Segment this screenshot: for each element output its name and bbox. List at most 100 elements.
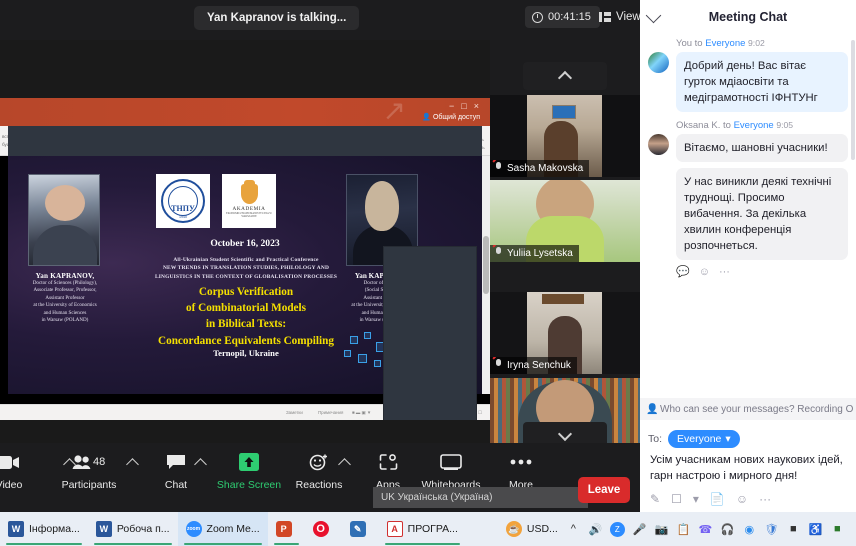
caret-icon[interactable]: ▾ xyxy=(693,492,699,506)
participants-options-caret-icon[interactable] xyxy=(126,458,139,471)
shared-screen-region[interactable]: ↗ −□× 👤 Общий доступ вставить буфер▾ xyxy=(0,98,490,420)
scrollbar-thumb[interactable] xyxy=(483,236,489,294)
view-button-label: View xyxy=(616,11,641,23)
viber-tray-icon[interactable]: ☎ xyxy=(698,522,713,537)
chat-header: Meeting Chat xyxy=(640,0,856,34)
emoji-icon[interactable]: ☺ xyxy=(699,266,710,278)
filmstrip-scroll-up-button[interactable] xyxy=(523,62,607,90)
chat-compose-actions[interactable]: ✎ ☐ ▾ 📄 ☺ ··· xyxy=(650,492,771,506)
view-grid-icon xyxy=(599,12,611,22)
taskbar-item[interactable]: A ПРОГРА... xyxy=(379,512,466,546)
toolbar-item-participants[interactable]: 48 Participants xyxy=(56,449,122,491)
more-icon[interactable]: ··· xyxy=(719,266,730,278)
chat-message-header: Oksana K. to Everyone 9:05 xyxy=(676,120,848,131)
chat-compose-input[interactable]: Усім учасникам нових наукових ідей, гарн… xyxy=(650,452,850,485)
powerpoint-ribbon[interactable]: вставить буфер▾ Ж К Ч xyxy=(0,126,490,158)
active-speaker-indicator: Yan Kapranov is talking... xyxy=(194,6,360,30)
leave-meeting-button[interactable]: Leave xyxy=(578,477,630,503)
window-controls[interactable]: −□× xyxy=(449,101,486,111)
emoji-icon[interactable]: ☺ xyxy=(736,492,748,506)
bluetooth-icon[interactable]: ♿ xyxy=(808,522,823,537)
powerpoint-icon: P xyxy=(275,521,292,537)
chat-message[interactable]: У нас виникли деякі технічні труднощі. П… xyxy=(648,168,848,278)
participant-name-badge: Yuliia Lysetska xyxy=(490,245,579,262)
show-hidden-icons[interactable]: ^ xyxy=(566,522,581,537)
tnpu-seal-icon: ТНПУ 1940 xyxy=(161,179,205,223)
chat-scrollbar[interactable] xyxy=(851,40,855,160)
chat-to-label: To: xyxy=(648,433,663,445)
chat-message[interactable]: You to Everyone 9:02 Добрий день! Вас ві… xyxy=(648,38,848,113)
participant-tile[interactable]: Yuliia Lysetska xyxy=(490,180,640,262)
file-icon[interactable]: 📄 xyxy=(710,492,725,506)
toolbar-item-apps[interactable]: Apps xyxy=(355,449,421,491)
chat-to-prefix: to xyxy=(723,120,731,132)
meeting-timer: 00:41:15 xyxy=(525,6,600,28)
taskbar-item[interactable]: ✎ xyxy=(342,512,379,546)
battery-icon[interactable]: ■ xyxy=(786,522,801,537)
headset-icon[interactable]: 🎧 xyxy=(720,522,735,537)
muted-microphone-icon xyxy=(494,162,503,174)
chat-to-prefix: to xyxy=(694,38,703,49)
fit-slide-button[interactable]: ☐ xyxy=(478,410,482,416)
notes-button[interactable]: Заметки xyxy=(286,410,303,415)
security-icon[interactable]: 🛡 xyxy=(764,522,779,537)
taskbar-item[interactable]: O xyxy=(305,512,342,546)
chat-compose-value: Усім учасникам нових наукових ідей, гарн… xyxy=(650,454,843,483)
taskbar-label: Zoom Me... xyxy=(206,523,260,535)
screenshot-tray-icon[interactable]: 📷 xyxy=(654,522,669,537)
clipboard-icon[interactable]: 📋 xyxy=(676,522,691,537)
participant-tile[interactable]: Iryna Senchuk xyxy=(490,292,640,374)
taskbar-item[interactable]: W Інформа... xyxy=(0,512,88,546)
muted-microphone-icon xyxy=(494,247,503,259)
more-dots-icon xyxy=(509,449,533,475)
language-input-indicator[interactable]: UK Українська (Україна) xyxy=(373,487,588,508)
volume-icon[interactable]: 🔊 xyxy=(588,522,603,537)
toolbar-label: Reactions xyxy=(295,479,343,491)
view-mode-buttons[interactable]: ■ ▬ ▣ ▼ xyxy=(352,410,371,416)
chat-bubble: Вітаємо, шановні учасники! xyxy=(676,134,848,163)
whiteboard-icon xyxy=(440,449,462,475)
taskbar-item[interactable]: W Робоча п... xyxy=(88,512,178,546)
chat-message[interactable]: Oksana K. to Everyone 9:05 Вітаємо, шано… xyxy=(648,120,848,163)
toolbar-item-video[interactable]: Video xyxy=(0,449,42,491)
nvidia-icon[interactable]: ■ xyxy=(830,522,845,537)
chat-recipient-dropdown[interactable]: Everyone ▾ xyxy=(668,430,740,448)
powerpoint-scrollbar[interactable] xyxy=(482,156,490,394)
taskbar-item[interactable]: ☕ USD... xyxy=(498,512,566,546)
zoom-tray-icon[interactable]: Z xyxy=(609,521,625,537)
format-icon[interactable]: ✎ xyxy=(650,492,660,506)
comments-button[interactable]: Примечания xyxy=(318,410,343,415)
microphone-icon[interactable]: 🎤 xyxy=(632,522,647,537)
video-camera-icon xyxy=(0,449,20,475)
participants-icon: 48 xyxy=(72,449,106,475)
participant-name-badge: Iryna Senchuk xyxy=(490,357,577,374)
more-icon[interactable]: ··· xyxy=(759,492,771,506)
chrome-icon[interactable]: ◉ xyxy=(742,522,757,537)
toolbar-item-share-screen[interactable]: Share Screen xyxy=(216,449,282,491)
wifi-icon[interactable]: ◕ xyxy=(852,522,856,537)
participant-tile[interactable]: Sasha Makovska xyxy=(490,95,640,177)
floating-video-panel[interactable] xyxy=(383,246,477,420)
running-underline xyxy=(384,542,460,545)
taskbar-item-zoom[interactable]: zoom Zoom Me... xyxy=(177,512,268,546)
toolbar-item-more[interactable]: More xyxy=(488,449,554,491)
reply-icon[interactable]: 💬 xyxy=(676,265,690,278)
chat-privacy-notice[interactable]: 👤 Who can see your messages? Recording O xyxy=(640,398,856,420)
chevron-down-icon[interactable] xyxy=(645,7,662,24)
taskbar-label: Робоча п... xyxy=(116,523,170,535)
screenshot-icon[interactable]: ☐ xyxy=(671,492,682,506)
powerpoint-share-label[interactable]: 👤 Общий доступ xyxy=(422,113,480,121)
chat-message-list[interactable]: You to Everyone 9:02 Добрий день! Вас ві… xyxy=(640,34,856,396)
participant-name: Yuliia Lysetska xyxy=(507,247,573,259)
toolbar-item-whiteboards[interactable]: Whiteboards xyxy=(418,449,484,491)
share-screen-icon xyxy=(237,449,261,475)
chat-message-header: You to Everyone 9:02 xyxy=(676,38,848,49)
apps-icon xyxy=(379,449,398,475)
chat-audience: Everyone xyxy=(705,38,746,49)
taskbar-label: ПРОГРА... xyxy=(407,523,458,535)
opera-icon: O xyxy=(312,521,329,537)
chat-message-actions[interactable]: 💬 ☺ ··· xyxy=(676,265,848,279)
meeting-top-bar: Yan Kapranov is talking... 00:41:15 View xyxy=(0,0,641,40)
taskbar-item[interactable]: P xyxy=(268,512,305,546)
toolbar-item-reactions[interactable]: Reactions xyxy=(286,449,352,491)
